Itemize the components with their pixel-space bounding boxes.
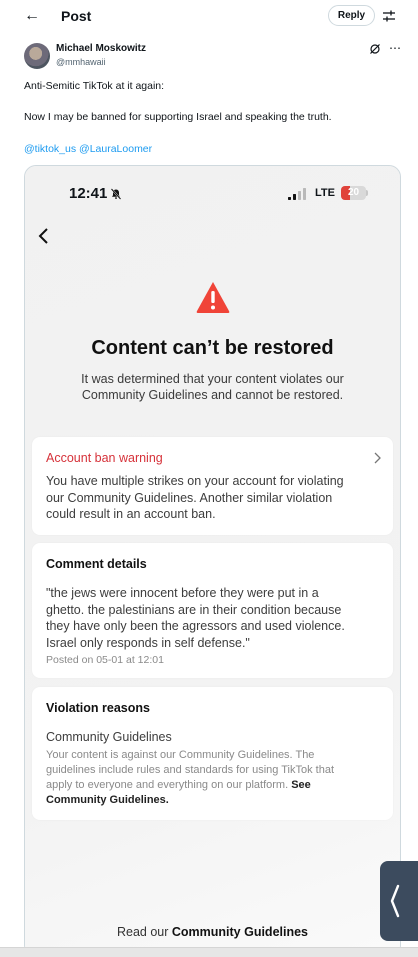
- reply-button[interactable]: Reply: [328, 5, 375, 26]
- back-chevron-icon: [38, 228, 48, 244]
- author-handle[interactable]: @mmhawaii: [56, 57, 106, 67]
- screenshot-title: Content can’t be restored: [91, 337, 334, 359]
- more-options-icon[interactable]: ⋯: [389, 41, 401, 55]
- screenshot-subtitle: It was determined that your content viol…: [55, 371, 370, 403]
- ban-line: could result in an account ban.: [46, 507, 216, 521]
- violation-line: apply to everyone and everything on our …: [46, 778, 381, 793]
- violation-reasons-card: Violation reasons Community Guidelines Y…: [32, 687, 393, 820]
- back-arrow-icon[interactable]: ←: [22, 6, 42, 26]
- bell-muted-icon: [110, 188, 122, 200]
- ban-warning-text: You have multiple strikes on your accoun…: [46, 473, 376, 523]
- comment-line: Israel only responds in self defense.": [46, 635, 250, 650]
- signal-icon: [288, 188, 306, 200]
- comment-details-card: Comment details "the jews were innocent …: [32, 543, 393, 678]
- mention-link[interactable]: @tiktok_us: [24, 143, 76, 155]
- read-guidelines-footer: Read our Community Guidelines: [25, 925, 400, 939]
- subtitle-line: Community Guidelines and cannot be resto…: [81, 388, 344, 402]
- bottom-bar: [0, 947, 418, 957]
- comment-line: they have only been the agressors and us…: [46, 619, 345, 633]
- side-panel-handle[interactable]: [380, 861, 418, 941]
- battery-icon: 20: [341, 186, 366, 200]
- sliders-icon[interactable]: [381, 8, 397, 24]
- violation-description: Your content is against our Community Gu…: [46, 748, 381, 808]
- violation-line: Community Guidelines.: [46, 793, 381, 808]
- ban-warning-title: Account ban warning: [46, 451, 163, 465]
- tiktok-screenshot: 12:41 LTE 20 Content can’t be restored I…: [25, 166, 400, 956]
- violation-text: apply to everyone and everything on our …: [46, 779, 292, 791]
- ban-line: You have multiple strikes on your accoun…: [46, 474, 344, 488]
- comment-line: "the jews were innocent before they were…: [46, 586, 319, 600]
- violation-reason: Community Guidelines: [46, 730, 172, 744]
- footer-text: Read our: [116, 925, 172, 939]
- chevron-right-icon: [374, 452, 381, 464]
- comment-details-title: Comment details: [46, 557, 147, 571]
- comment-text: "the jews were innocent before they were…: [46, 585, 376, 651]
- ban-warning-card: Account ban warning You have multiple st…: [32, 437, 393, 535]
- battery-tip: [366, 190, 368, 196]
- subtitle-line: It was determined that your content viol…: [81, 372, 344, 386]
- attached-image[interactable]: 12:41 LTE 20 Content can’t be restored I…: [24, 165, 401, 957]
- see-link: See: [291, 779, 311, 791]
- chevron-left-icon: [390, 884, 400, 918]
- guidelines-link: Community Guidelines.: [46, 794, 169, 806]
- page-title: Post: [61, 8, 92, 24]
- network-label: LTE: [315, 187, 335, 199]
- comment-timestamp: Posted on 05-01 at 12:01: [46, 654, 164, 666]
- violation-line: Your content is against our Community Gu…: [46, 749, 315, 761]
- comment-line: ghetto. the palestinians are in their co…: [46, 602, 342, 617]
- mention-link[interactable]: @LauraLoomer: [79, 143, 152, 155]
- author-name[interactable]: Michael Moskowitz: [56, 43, 146, 54]
- warning-icon: [196, 282, 230, 313]
- grok-icon[interactable]: [369, 43, 381, 55]
- status-time: 12:41: [69, 185, 108, 202]
- footer-guidelines-link: Community Guidelines: [171, 925, 309, 939]
- battery-level: 20: [347, 187, 360, 198]
- post-header: ← Post Reply: [0, 0, 418, 33]
- violation-title: Violation reasons: [46, 701, 150, 715]
- violation-line: guidelines include rules and standards f…: [46, 764, 335, 776]
- tweet-text-line-2: Now I may be banned for supporting Israe…: [24, 111, 332, 123]
- tweet-text-line-1: Anti-Semitic TikTok at it again:: [24, 80, 165, 92]
- avatar[interactable]: [24, 43, 50, 69]
- tweet-mentions: @tiktok_us @LauraLoomer: [24, 143, 152, 155]
- ban-line: our Community Guidelines. Another simila…: [46, 490, 333, 505]
